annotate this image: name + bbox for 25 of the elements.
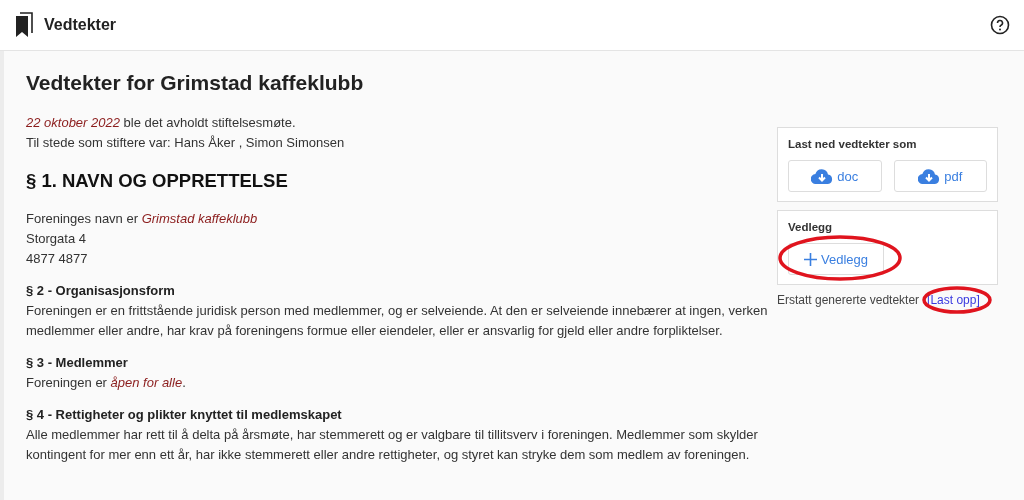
section-text: Alle medlemmer har rett til å delta på årsmøte, har stemmerett og er valgbare til tillitsverv i foreningen. Medlemmer som skylder kontingent for mer enn ett år, har ikke stemmerett eller andre rettigheter, og styret kan stryke dem som medlem av foreningen.	[26, 426, 759, 464]
section-heading: § 3 - Medlemmer	[26, 354, 129, 372]
add-attachment-button[interactable]: Vedlegg	[788, 243, 884, 275]
bookmark-icon	[14, 12, 36, 38]
card-title: Vedlegg	[788, 221, 834, 233]
section-text: 4877 4877	[26, 250, 89, 268]
section-heading: § 1. NAVN OG OPPRETTELSE	[26, 171, 289, 191]
download-button[interactable]: doc	[788, 160, 882, 192]
cloud-download-icon	[811, 168, 834, 184]
download-button[interactable]: pdf	[893, 160, 987, 192]
section-text: Storgata 4	[26, 230, 87, 248]
help-icon[interactable]	[990, 15, 1010, 35]
section-heading: § 2 - Organisasjonsform	[26, 282, 176, 300]
intro-text: 22 oktober 2022 ble det avholdt stiftelsesmøte.	[26, 114, 297, 132]
cloud-download-icon	[918, 168, 941, 184]
section-text: Foreningen er en frittstående juridisk person med medlemmer, og er selveiende. At den er selveiende innebærer at ingen, verken medlemmer eller andre, har krav på foreningens formue eller eiendeler, eller er ansvarlig for gjeld eller andre forpliktelser.	[26, 302, 769, 340]
section-text: Foreningen er åpen for alle.	[26, 374, 187, 392]
page-title: Vedtekter	[44, 16, 118, 34]
document-title: Vedtekter for Grimstad kaffeklubb	[26, 73, 365, 93]
intro-text: Til stede som stiftere var: Hans Åker , Simon Simonsen	[26, 134, 346, 152]
plus-icon	[804, 252, 817, 266]
card-title: Last ned vedtekter som	[788, 138, 918, 150]
replace-text: Erstatt genererte vedtekter	[777, 293, 920, 307]
section-text: Foreninges navn er Grimstad kaffeklubb	[26, 210, 259, 228]
section-heading: § 4 - Rettigheter og plikter knyttet til medlemskapet	[26, 406, 343, 424]
